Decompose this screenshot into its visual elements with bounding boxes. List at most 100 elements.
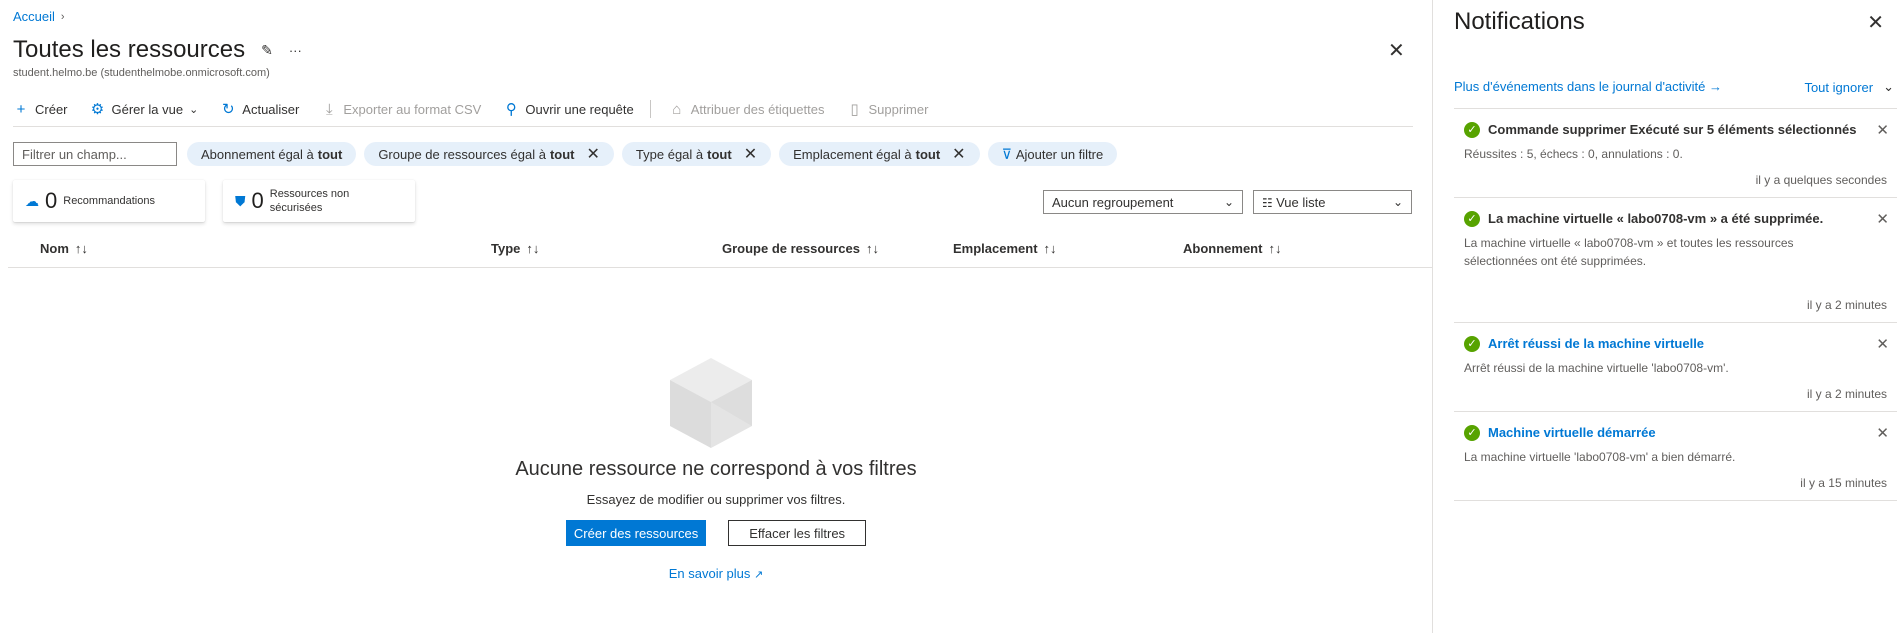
grouping-dropdown[interactable]: Aucun regroupement ⌄ <box>1043 190 1243 214</box>
notification-item[interactable]: ✓ Machine virtuelle démarrée ✕ La machin… <box>1454 411 1897 501</box>
add-filter-label: Ajouter un filtre <box>1015 146 1104 162</box>
recommendations-card[interactable]: ☁ 0 Recommandations <box>13 180 205 222</box>
notification-title-link[interactable]: Machine virtuelle démarrée <box>1488 424 1656 442</box>
filter-pill-value: tout <box>317 146 343 162</box>
export-csv-button[interactable]: ⤓ Exporter au format CSV <box>321 101 481 118</box>
shield-icon: ⛊ <box>235 192 246 209</box>
sort-icon: ↑↓ <box>866 241 879 256</box>
filter-pill-resource-group[interactable]: Groupe de ressources égal à tout ✕ <box>364 142 614 166</box>
column-header-location[interactable]: Emplacement ↑↓ <box>953 241 1057 256</box>
close-icon[interactable]: ✕ <box>1876 121 1889 139</box>
unsecured-label-line1: Ressources non <box>269 188 350 200</box>
page-title: Toutes les ressources <box>13 36 246 63</box>
filter-pill-type[interactable]: Type égal à tout ✕ <box>621 142 772 166</box>
view-mode-label: Vue liste <box>1276 194 1326 210</box>
external-link-icon: ↗ <box>754 569 764 581</box>
notification-title-link[interactable]: Arrêt réussi de la machine virtuelle <box>1488 335 1704 353</box>
main-blade: Accueil › Toutes les ressources ✎ ··· st… <box>0 0 1432 633</box>
delete-label: Supprimer <box>868 101 929 117</box>
chevron-down-icon: ⌄ <box>1883 79 1894 94</box>
notification-time: il y a 2 minutes <box>1806 298 1887 312</box>
learn-more-link[interactable]: En savoir plus ↗ <box>0 566 1432 581</box>
toolbar-divider-line <box>13 126 1413 127</box>
column-label: Abonnement <box>1183 241 1263 256</box>
assign-tags-button[interactable]: ⌂ Attribuer des étiquettes <box>669 100 824 118</box>
gear-icon: ⚙ <box>90 101 105 118</box>
close-icon[interactable]: ✕ <box>1867 10 1884 35</box>
notification-item[interactable]: ✓ La machine virtuelle « labo0708-vm » a… <box>1454 197 1897 322</box>
create-label: Créer <box>35 101 68 117</box>
close-icon[interactable]: ✕ <box>1388 38 1405 63</box>
filter-pill-value: tout <box>915 146 941 162</box>
recommendations-count: 0 <box>45 188 58 213</box>
delete-button[interactable]: ▯ Supprimer <box>846 100 928 118</box>
manage-view-label: Gérer la vue <box>111 101 184 117</box>
sort-icon: ↑↓ <box>1268 241 1282 256</box>
manage-view-button[interactable]: ⚙ Gérer la vue ⌄ <box>90 100 199 118</box>
query-icon: ⚲ <box>505 101 517 118</box>
create-resources-button[interactable]: Créer des ressources <box>565 520 707 546</box>
clear-filters-button[interactable]: Effacer les filtres <box>728 520 867 546</box>
notification-body: Réussites : 5, échecs : 0, annulations :… <box>1464 147 1683 161</box>
create-button[interactable]: + Créer <box>13 101 68 118</box>
unsecured-label: Ressources non sécurisées <box>270 187 350 215</box>
column-header-type[interactable]: Type ↑↓ <box>491 241 539 256</box>
column-header-resource-group[interactable]: Groupe de ressources ↑↓ <box>722 241 879 256</box>
notifications-title: Notifications <box>1454 8 1585 35</box>
filter-input[interactable]: Filtrer un champ... <box>13 142 177 166</box>
chevron-down-icon: ⌄ <box>1223 195 1234 209</box>
refresh-button[interactable]: ↻ Actualiser <box>220 100 299 118</box>
close-icon[interactable]: ✕ <box>952 144 965 164</box>
close-icon[interactable]: ✕ <box>1876 424 1889 442</box>
view-mode-dropdown[interactable]: ☷ Vue liste ⌄ <box>1253 190 1412 214</box>
unsecured-count: 0 <box>251 188 264 213</box>
column-header-name[interactable]: Nom ↑↓ <box>40 241 88 256</box>
filter-pill-label: Type égal à <box>635 146 704 162</box>
notification-item[interactable]: ✓ Commande supprimer Exécuté sur 5 éléme… <box>1454 108 1897 197</box>
add-filter-button[interactable]: ⊽ Ajouter un filtre <box>987 142 1118 166</box>
empty-state-subtitle: Essayez de modifier ou supprimer vos fil… <box>586 492 846 507</box>
column-header-subscription[interactable]: Abonnement ↑↓ <box>1183 241 1281 256</box>
view-mode-value: ☷ Vue liste <box>1262 195 1325 210</box>
refresh-label: Actualiser <box>242 101 300 117</box>
summary-cards: ☁ 0 Recommandations ⛊ 0 Ressources non s… <box>13 180 415 222</box>
empty-cube-icon <box>670 358 752 448</box>
notification-body: La machine virtuelle « labo0708-vm » et … <box>1464 236 1794 268</box>
title-row: Toutes les ressources ✎ ··· <box>13 36 302 64</box>
open-query-button[interactable]: ⚲ Ouvrir une requête <box>503 100 634 118</box>
chevron-right-icon: › <box>60 10 65 23</box>
close-icon[interactable]: ✕ <box>744 144 757 164</box>
close-icon[interactable]: ✕ <box>1876 210 1889 228</box>
notification-time: il y a 15 minutes <box>1800 476 1887 490</box>
more-options-icon[interactable]: ··· <box>289 43 302 58</box>
cloud-icon: ☁ <box>25 192 39 209</box>
notification-item[interactable]: ✓ Arrêt réussi de la machine virtuelle ✕… <box>1454 322 1897 411</box>
unsecured-label-line2: sécurisées <box>269 202 323 214</box>
column-label: Emplacement <box>953 241 1038 256</box>
command-bar: + Créer ⚙ Gérer la vue ⌄ ↻ Actualiser ⤓ … <box>13 98 950 120</box>
close-icon[interactable]: ✕ <box>1876 335 1889 353</box>
column-label: Groupe de ressources <box>722 241 860 256</box>
filter-pill-label: Emplacement égal à <box>793 146 912 162</box>
notification-header: ✓ Machine virtuelle démarrée <box>1464 424 1887 442</box>
plus-icon: + <box>16 100 26 118</box>
toolbar-divider <box>649 100 651 118</box>
export-csv-label: Exporter au format CSV <box>343 101 482 117</box>
filter-pill-value: tout <box>549 146 575 162</box>
filter-pill-subscription[interactable]: Abonnement égal à tout <box>187 142 357 166</box>
unsecured-resources-card[interactable]: ⛊ 0 Ressources non sécurisées <box>223 180 415 222</box>
filter-pill-label: Abonnement égal à <box>201 146 314 162</box>
dismiss-all-button[interactable]: Tout ignorer ⌄ <box>1804 79 1894 95</box>
notification-list: ✓ Commande supprimer Exécuté sur 5 éléme… <box>1454 108 1897 501</box>
tag-icon: ⌂ <box>672 100 682 118</box>
notification-header: ✓ Commande supprimer Exécuté sur 5 éléme… <box>1464 121 1887 139</box>
pin-icon[interactable]: ✎ <box>261 42 273 59</box>
filter-pill-location[interactable]: Emplacement égal à tout ✕ <box>779 142 980 166</box>
empty-state-actions: Créer des ressources Effacer les filtres <box>0 520 1432 546</box>
close-icon[interactable]: ✕ <box>587 144 600 164</box>
grouping-value: Aucun regroupement <box>1052 194 1174 210</box>
activity-log-link[interactable]: Plus d'événements dans le journal d'acti… <box>1454 79 1722 95</box>
breadcrumb-home-link[interactable]: Accueil <box>13 9 55 24</box>
success-check-icon: ✓ <box>1464 425 1480 441</box>
notification-body: Arrêt réussi de la machine virtuelle 'la… <box>1464 361 1729 375</box>
